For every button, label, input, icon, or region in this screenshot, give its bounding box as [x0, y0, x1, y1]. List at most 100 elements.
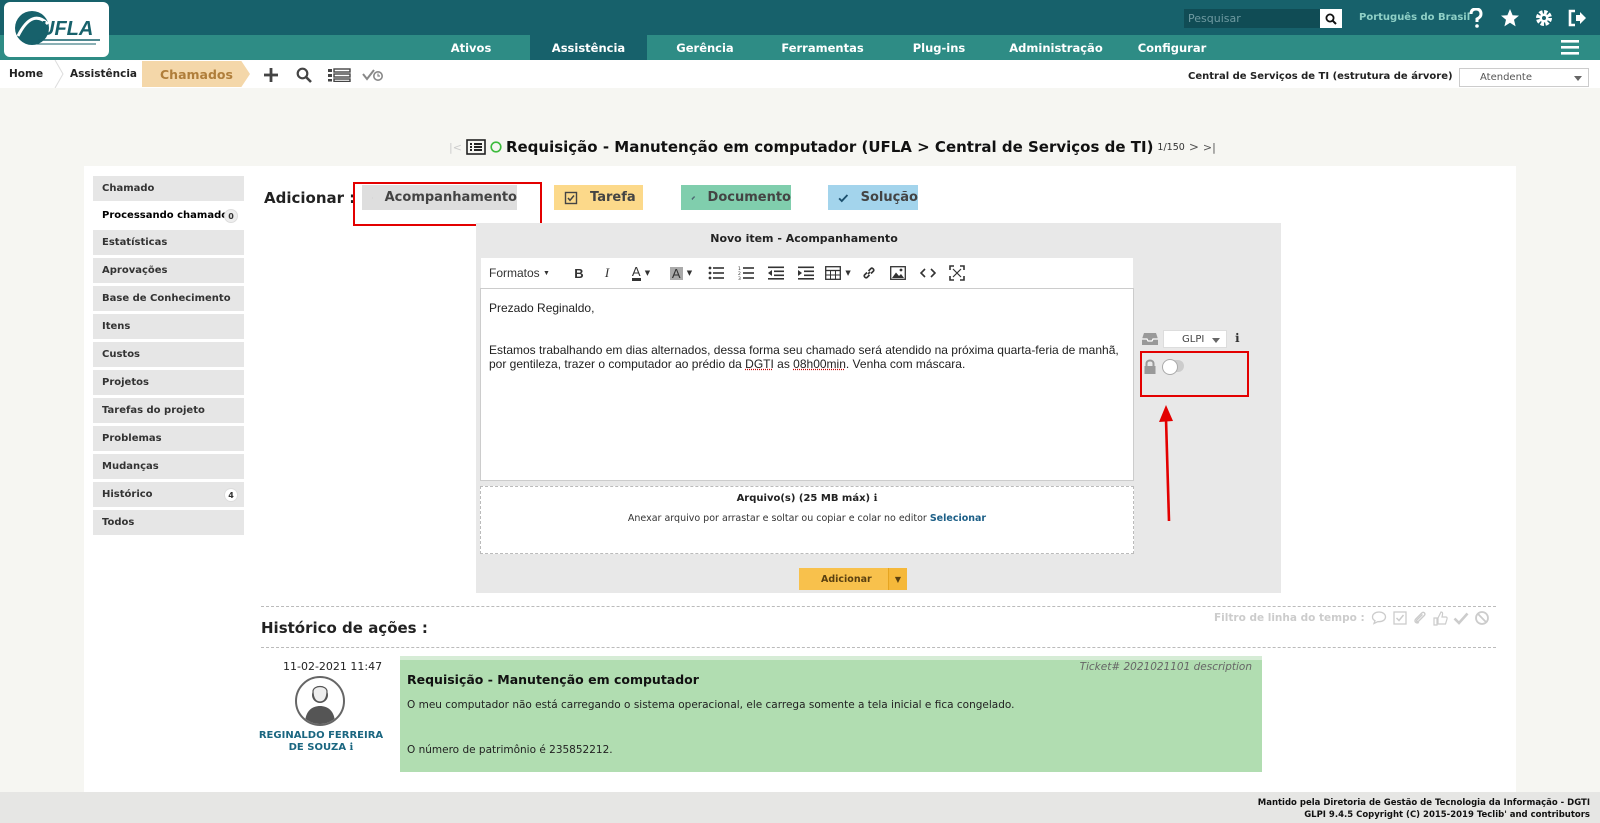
gear-icon[interactable] — [1533, 7, 1555, 29]
entry-date: 11-02-2021 11:47 — [283, 660, 383, 673]
checkbox-icon — [564, 191, 578, 204]
filter-validation-icon[interactable] — [1432, 610, 1450, 628]
language-selector[interactable]: Português do Brasil — [1359, 12, 1470, 23]
breadcrumb-assistencia[interactable]: Assistência — [70, 60, 137, 88]
editor-text: . Venha com máscara. — [845, 357, 966, 371]
add-solution-label: Solução — [860, 190, 918, 205]
table-icon[interactable]: ▼ — [821, 258, 855, 288]
profile-select[interactable]: Atendente — [1459, 68, 1589, 87]
editor-text-time: 08h00min — [793, 357, 846, 371]
sidebar-item-aprovacoes[interactable]: Aprovações — [93, 258, 244, 283]
submit-dropdown-icon[interactable]: ▼ — [888, 568, 907, 590]
indent-icon[interactable] — [791, 258, 821, 288]
add-task-button[interactable]: Tarefa — [554, 185, 643, 210]
sidebar-item-tarefas-projeto[interactable]: Tarefas do projeto — [93, 398, 244, 423]
text-color-icon[interactable]: A ▼ — [621, 258, 661, 288]
status-new-icon — [490, 141, 502, 153]
menu-plugins[interactable]: Plug-ins — [900, 35, 978, 60]
add-solution-button[interactable]: Solução — [828, 185, 918, 210]
background-color-icon[interactable]: A ▼ — [661, 258, 701, 288]
item-counter: 1/150 — [1157, 141, 1185, 153]
sidebar-item-todos[interactable]: Todos — [93, 510, 244, 535]
help-icon[interactable] — [1465, 7, 1487, 29]
editor-toolbar: Formatos ▼ B I A ▼ A ▼ 123 ▼ — [481, 258, 1133, 288]
file-dropzone[interactable]: Arquivo(s) (25 MB máx) ℹ Anexar arquivo … — [480, 486, 1134, 554]
entry-meta: Ticket# 2021021101 description — [1079, 661, 1252, 673]
breadcrumb-separator — [54, 60, 64, 88]
followup-editor[interactable]: Prezado Reginaldo, Estamos trabalhando e… — [480, 288, 1134, 481]
menu-gerencia[interactable]: Gerência — [664, 35, 746, 60]
breadcrumb-current[interactable]: Chamados — [142, 61, 250, 87]
link-icon[interactable] — [855, 258, 883, 288]
hamburger-menu-icon[interactable] — [1560, 38, 1580, 58]
check-icon — [838, 193, 849, 202]
paperclip-icon — [691, 195, 695, 200]
fullscreen-icon[interactable] — [943, 258, 971, 288]
sidebar-item-base-conhecimento[interactable]: Base de Conhecimento — [93, 286, 244, 311]
sidebar-item-custos[interactable]: Custos — [93, 342, 244, 367]
bullet-list-icon[interactable] — [701, 258, 731, 288]
filter-document-icon[interactable] — [1412, 610, 1430, 628]
sidebar-item-label: Problemas — [102, 433, 162, 444]
lock-icon — [1143, 359, 1157, 375]
menu-configurar[interactable]: Configurar — [1132, 35, 1212, 60]
star-icon[interactable] — [1499, 7, 1521, 29]
author-name[interactable]: REGINALDO FERREIRA DE SOUZA ℹ — [256, 730, 386, 754]
sidebar-item-mudancas[interactable]: Mudanças — [93, 454, 244, 479]
outdent-icon[interactable] — [761, 258, 791, 288]
filter-task-icon[interactable] — [1392, 610, 1410, 628]
sidebar-item-estatisticas[interactable]: Estatísticas — [93, 230, 244, 255]
form-title: Novo item - Acompanhamento — [710, 232, 898, 245]
source-code-icon[interactable] — [913, 258, 943, 288]
sidebar-item-projetos[interactable]: Projetos — [93, 370, 244, 395]
entity-selector[interactable]: Central de Serviços de TI (estrutura de … — [1188, 71, 1453, 82]
validation-icon[interactable] — [362, 66, 384, 84]
info-icon[interactable]: ℹ — [350, 742, 354, 753]
italic-icon[interactable]: I — [593, 258, 621, 288]
search-button[interactable] — [1320, 9, 1342, 28]
formats-dropdown[interactable]: Formatos ▼ — [489, 258, 565, 288]
sidebar-item-chamado[interactable]: Chamado — [93, 176, 244, 201]
info-icon[interactable]: ℹ — [1235, 331, 1240, 345]
filter-reset-icon[interactable] — [1474, 610, 1492, 628]
sidebar-item-label: Mudanças — [102, 461, 159, 472]
sidebar-item-processando[interactable]: Processando chamado 0 — [93, 203, 244, 228]
editor-text: as — [773, 357, 794, 371]
first-item-icon[interactable]: |< — [449, 141, 462, 154]
ufla-logo[interactable]: UFLA — [4, 2, 109, 57]
annotation-arrow — [1158, 405, 1178, 523]
footer-line-1: Mantido pela Diretoria de Gestão de Tecn… — [1257, 798, 1590, 808]
filter-followup-icon[interactable] — [1371, 610, 1389, 628]
next-item-icon[interactable]: > — [1189, 140, 1199, 154]
menu-ferramentas[interactable]: Ferramentas — [770, 35, 875, 60]
last-item-icon[interactable]: >| — [1203, 141, 1216, 154]
sidebar-item-problemas[interactable]: Problemas — [93, 426, 244, 451]
add-icon[interactable] — [261, 66, 281, 84]
editor-paragraph: Estamos trabalhando em dias alternados, … — [489, 343, 1119, 357]
sidebar-item-label: Estatísticas — [102, 237, 168, 248]
breadcrumb-home[interactable]: Home — [9, 60, 43, 88]
select-file-link[interactable]: Selecionar — [930, 513, 986, 524]
list-icon[interactable] — [466, 139, 486, 155]
footer-line-2[interactable]: GLPI 9.4.5 Copyright (C) 2015-2019 Tecli… — [1304, 810, 1590, 820]
bold-icon[interactable]: B — [565, 258, 593, 288]
request-source-select[interactable]: GLPI — [1163, 330, 1227, 348]
sidebar-item-itens[interactable]: Itens — [93, 314, 244, 339]
history-title: Histórico de ações : — [261, 619, 428, 637]
logout-icon[interactable] — [1566, 7, 1588, 29]
numbered-list-icon[interactable]: 123 — [731, 258, 761, 288]
menu-ativos[interactable]: Ativos — [435, 35, 507, 60]
search-list-icon[interactable] — [294, 66, 314, 84]
saved-searches-icon[interactable] — [327, 66, 351, 84]
search-input[interactable] — [1184, 9, 1320, 28]
image-icon[interactable] — [883, 258, 913, 288]
divider — [261, 647, 1496, 648]
add-document-button[interactable]: Documento — [681, 185, 791, 210]
private-toggle[interactable] — [1162, 359, 1184, 375]
menu-administracao[interactable]: Administração — [1000, 35, 1112, 60]
menu-assistencia[interactable]: Assistência — [530, 35, 647, 60]
sidebar-item-label: Custos — [102, 349, 141, 360]
sidebar-item-historico[interactable]: Histórico 4 — [93, 482, 244, 507]
filter-solution-icon[interactable] — [1453, 610, 1471, 628]
search-icon — [1325, 13, 1337, 25]
